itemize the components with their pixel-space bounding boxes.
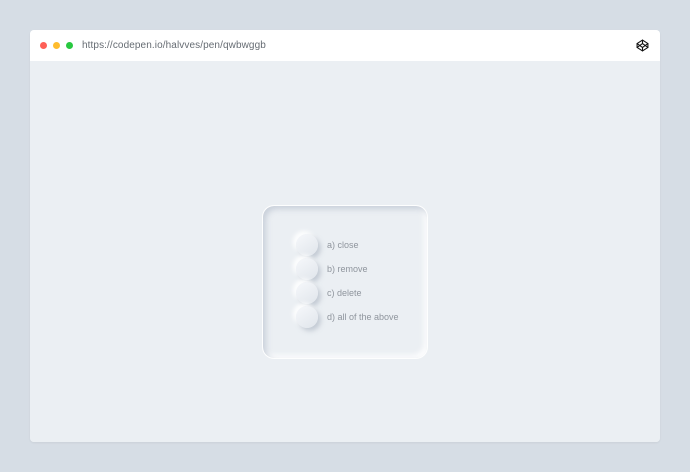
option-label: c) delete — [327, 288, 362, 298]
option-label: a) close — [327, 240, 359, 250]
option-all-of-the-above[interactable]: d) all of the above — [296, 306, 399, 328]
codepen-icon[interactable] — [636, 39, 649, 52]
option-label: d) all of the above — [327, 312, 399, 322]
close-window-button[interactable] — [40, 42, 47, 49]
radio-button[interactable] — [296, 234, 318, 256]
browser-window: https://codepen.io/halvves/pen/qwbwggb a… — [30, 30, 660, 442]
maximize-window-button[interactable] — [66, 42, 73, 49]
radio-button[interactable] — [296, 258, 318, 280]
address-url[interactable]: https://codepen.io/halvves/pen/qwbwggb — [82, 40, 266, 51]
radio-button[interactable] — [296, 282, 318, 304]
option-close[interactable]: a) close — [296, 234, 359, 256]
page-content: a) close b) remove c) delete d) all of t… — [30, 61, 660, 442]
option-label: b) remove — [327, 264, 368, 274]
option-remove[interactable]: b) remove — [296, 258, 368, 280]
minimize-window-button[interactable] — [53, 42, 60, 49]
radio-button[interactable] — [296, 306, 318, 328]
option-delete[interactable]: c) delete — [296, 282, 362, 304]
browser-titlebar: https://codepen.io/halvves/pen/qwbwggb — [30, 30, 660, 61]
radio-options-card: a) close b) remove c) delete d) all of t… — [262, 205, 428, 359]
